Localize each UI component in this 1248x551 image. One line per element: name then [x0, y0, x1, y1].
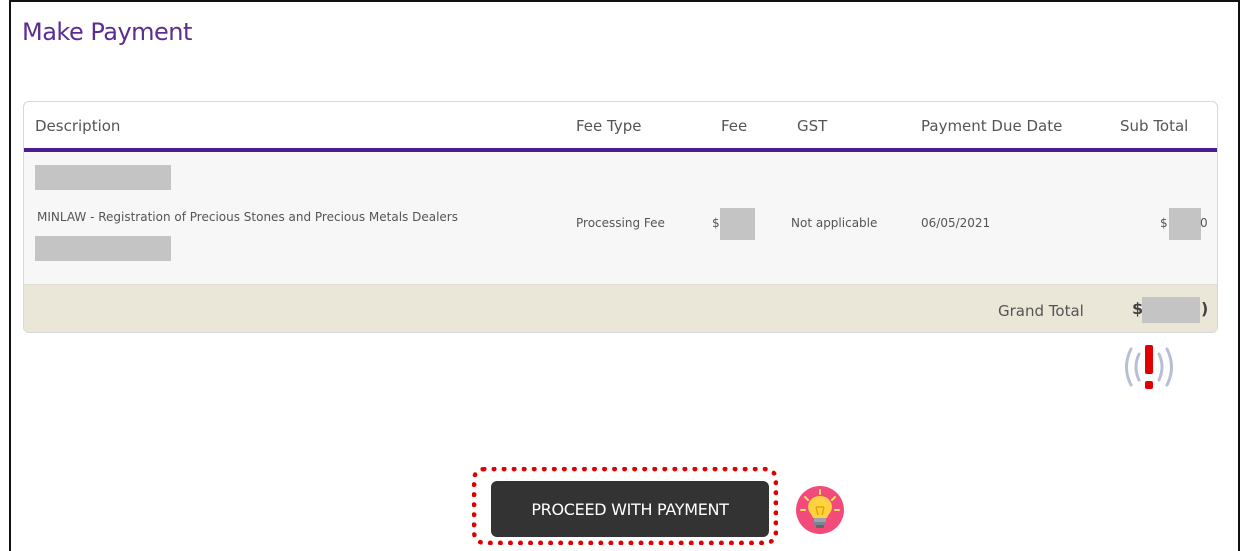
- page-title: Make Payment: [22, 18, 192, 46]
- grand-total-label: Grand Total: [998, 302, 1084, 320]
- table-header: Description Fee Type Fee GST Payment Due…: [24, 102, 1217, 152]
- col-description: Description: [35, 117, 121, 135]
- row-gst: Not applicable: [791, 216, 878, 230]
- row-description: MINLAW - Registration of Precious Stones…: [37, 210, 458, 224]
- payment-table: Description Fee Type Fee GST Payment Due…: [23, 101, 1218, 333]
- redacted-fee: [720, 208, 755, 240]
- redacted-block: [35, 236, 171, 261]
- redacted-subtotal: [1169, 208, 1201, 240]
- col-sub-total: Sub Total: [1120, 117, 1189, 135]
- col-fee: Fee: [721, 117, 748, 135]
- alert-exclamation-icon: [1119, 341, 1179, 393]
- row-due-date: 06/05/2021: [921, 216, 991, 230]
- grand-total-row: Grand Total $ ): [24, 284, 1217, 332]
- proceed-with-payment-button[interactable]: PROCEED WITH PAYMENT: [491, 481, 769, 537]
- redacted-grand-total: [1142, 297, 1200, 323]
- grand-total-suffix: ): [1201, 299, 1209, 318]
- row-fee-type: Processing Fee: [576, 216, 665, 230]
- lightbulb-icon[interactable]: [795, 485, 845, 535]
- col-due-date: Payment Due Date: [921, 117, 1063, 135]
- col-gst: GST: [797, 117, 828, 135]
- col-fee-type: Fee Type: [576, 117, 642, 135]
- table-row: MINLAW - Registration of Precious Stones…: [24, 152, 1217, 284]
- redacted-block: [35, 165, 171, 190]
- row-fee-currency: $: [712, 216, 720, 230]
- row-subtotal-suffix: 0: [1200, 216, 1208, 230]
